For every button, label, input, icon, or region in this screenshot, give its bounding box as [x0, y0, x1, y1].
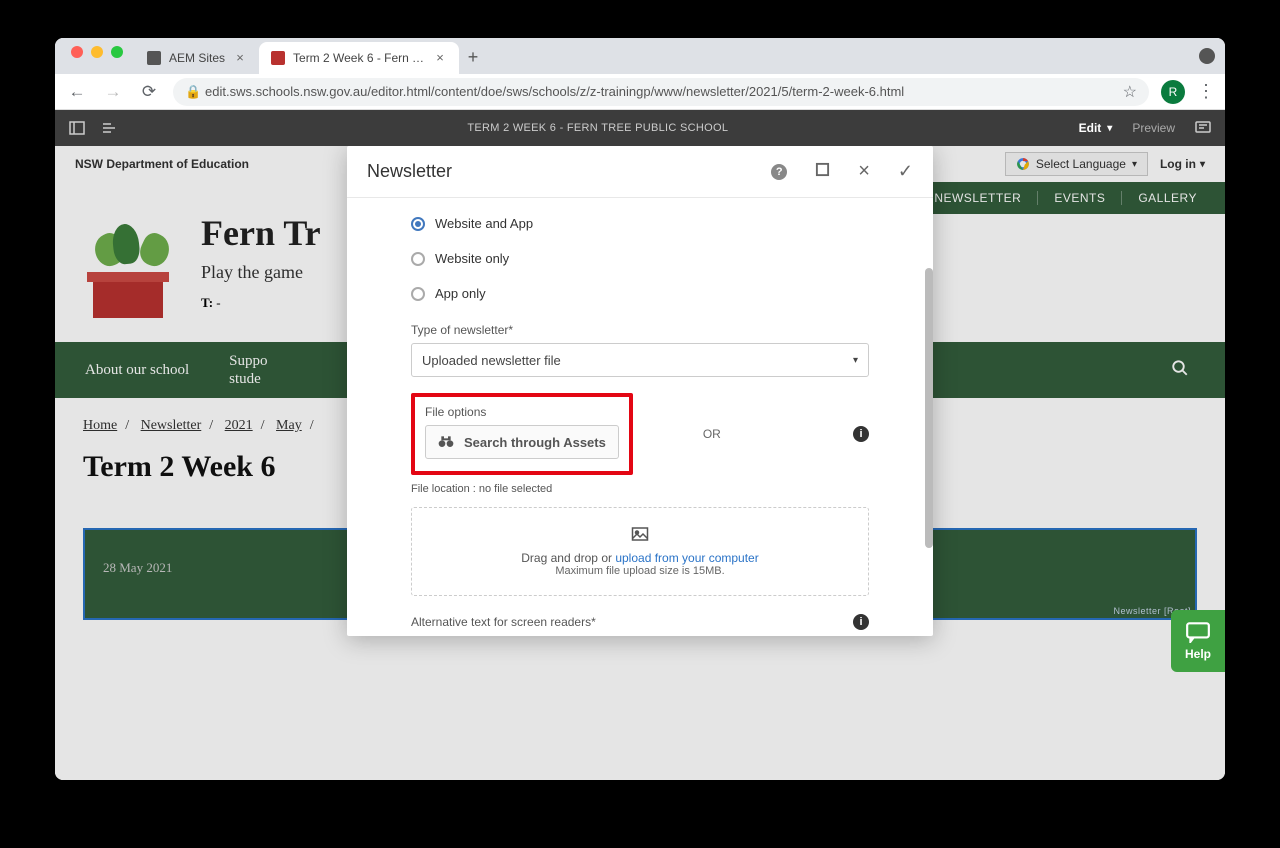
browser-tab-aem-sites[interactable]: AEM Sites × — [135, 42, 259, 74]
help-icon[interactable]: ? — [771, 164, 787, 180]
help-tab[interactable]: Help — [1171, 610, 1225, 672]
tab-close-icon[interactable]: × — [433, 51, 447, 65]
radio-website-only[interactable]: Website only — [411, 241, 869, 276]
info-icon[interactable]: i — [853, 426, 869, 442]
dialog-title: Newsletter — [367, 161, 452, 182]
image-icon — [422, 526, 858, 547]
type-of-newsletter-select[interactable]: Uploaded newsletter file ▾ — [411, 343, 869, 377]
aem-page-title: TERM 2 WEEK 6 - FERN TREE PUBLIC SCHOOL — [117, 122, 1079, 134]
fullscreen-icon[interactable] — [815, 162, 830, 182]
upload-size-note: Maximum file upload size is 15MB. — [422, 565, 858, 577]
favicon-icon — [271, 51, 285, 65]
tab-title: Term 2 Week 6 - Fern Tree Pub — [293, 51, 425, 65]
binoculars-icon — [438, 434, 454, 451]
preview-button[interactable]: Preview — [1132, 121, 1175, 135]
alt-text-label: Alternative text for screen readers* — [411, 615, 596, 629]
chat-icon — [1185, 621, 1211, 643]
info-icon[interactable]: i — [853, 614, 869, 630]
highlighted-region: File options Search through Assets — [411, 393, 633, 475]
lock-icon: 🔒 — [185, 84, 197, 100]
or-label: OR — [703, 427, 721, 441]
extension-icon[interactable] — [1199, 48, 1215, 64]
file-location-text: File location : no file selected — [411, 483, 869, 495]
close-icon[interactable]: × — [858, 160, 870, 183]
type-of-newsletter-label: Type of newsletter* — [411, 323, 869, 337]
radio-icon — [411, 252, 425, 266]
radio-icon — [411, 217, 425, 231]
url-text: edit.sws.schools.nsw.gov.au/editor.html/… — [205, 84, 1115, 99]
file-options-label: File options — [425, 405, 619, 419]
browser-tab-active[interactable]: Term 2 Week 6 - Fern Tree Pub × — [259, 42, 459, 74]
done-check-icon[interactable]: ✓ — [898, 161, 913, 182]
page-info-icon[interactable] — [101, 120, 117, 136]
forward-button[interactable]: → — [101, 80, 125, 104]
file-dropzone[interactable]: Drag and drop or upload from your comput… — [411, 507, 869, 596]
tab-close-icon[interactable]: × — [233, 51, 247, 65]
annotate-icon[interactable] — [1195, 120, 1211, 136]
window-close-light[interactable] — [71, 46, 83, 58]
back-button[interactable]: ← — [65, 80, 89, 104]
chevron-down-icon: ▾ — [853, 355, 858, 366]
window-min-light[interactable] — [91, 46, 103, 58]
tab-title: AEM Sites — [169, 51, 225, 65]
upload-link[interactable]: upload from your computer — [615, 551, 758, 565]
edit-mode-dropdown[interactable]: Edit ▾ — [1079, 121, 1113, 135]
address-bar[interactable]: 🔒 edit.sws.schools.nsw.gov.au/editor.htm… — [173, 78, 1149, 106]
window-max-light[interactable] — [111, 46, 123, 58]
scrollbar-thumb[interactable] — [925, 268, 933, 548]
new-tab-button[interactable]: + — [459, 47, 487, 74]
rail-toggle-icon[interactable] — [69, 120, 85, 136]
newsletter-dialog: Newsletter ? × ✓ Website and App W — [347, 146, 933, 636]
bookmark-star-icon[interactable]: ☆ — [1123, 82, 1137, 102]
favicon-icon — [147, 51, 161, 65]
profile-avatar[interactable]: R — [1161, 80, 1185, 104]
radio-icon — [411, 287, 425, 301]
radio-app-only[interactable]: App only — [411, 276, 869, 311]
radio-website-and-app[interactable]: Website and App — [411, 206, 869, 241]
search-assets-button[interactable]: Search through Assets — [425, 425, 619, 459]
reload-button[interactable]: ⟳ — [137, 80, 161, 104]
browser-menu-icon[interactable]: ⋮ — [1197, 81, 1215, 102]
